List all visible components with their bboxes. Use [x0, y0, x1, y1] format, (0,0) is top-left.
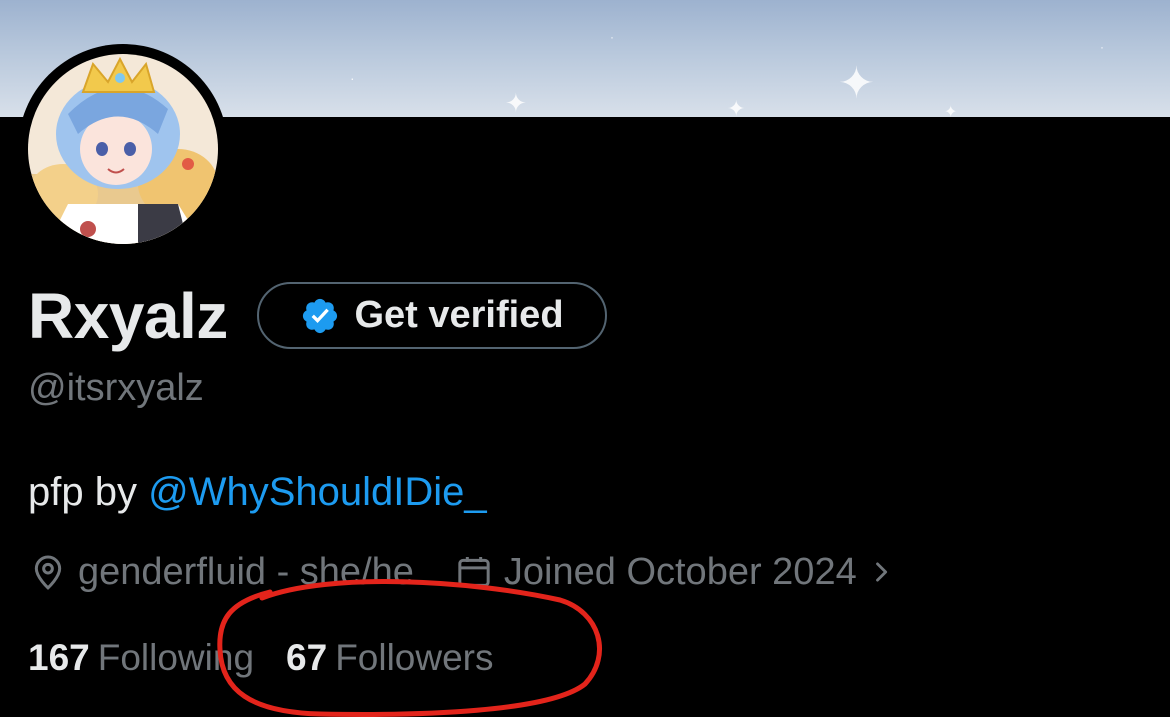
avatar[interactable] [28, 54, 218, 244]
joined-item[interactable]: Joined October 2024 [454, 551, 895, 594]
bio-mention-link[interactable]: @WhyShouldIDie_ [148, 470, 487, 514]
bio-text: pfp by [28, 470, 137, 514]
star-decoration: · [350, 70, 355, 86]
calendar-icon [458, 557, 490, 587]
location-item: genderfluid - she/he [28, 551, 414, 594]
avatar-illustration [28, 54, 218, 244]
bio: pfp by @WhyShouldIDie_ [28, 470, 487, 515]
followers-label: Followers [335, 637, 494, 678]
location-text: genderfluid - she/he [78, 550, 414, 593]
star-decoration: · [1100, 40, 1104, 54]
display-name: Rxyalz [28, 280, 228, 352]
joined-text: Joined October 2024 [503, 550, 857, 593]
verified-badge-icon [303, 298, 338, 333]
get-verified-button[interactable]: Get verified [257, 282, 607, 349]
star-decoration: ✦ [727, 96, 746, 117]
location-pin-icon [34, 555, 62, 590]
follow-stats: 167 Following 67 Followers [28, 632, 494, 684]
star-decoration: ✦ [944, 104, 958, 117]
star-decoration: ✦ [505, 88, 527, 117]
star-decoration: · [610, 30, 614, 44]
following-count: 167 [28, 637, 90, 678]
star-decoration: ✦ [838, 59, 875, 108]
get-verified-label: Get verified [354, 294, 564, 336]
user-handle: @itsrxyalz [28, 367, 204, 409]
chevron-right-icon [875, 562, 887, 582]
profile-meta: genderfluid - she/he Joined October 2024 [28, 546, 895, 598]
followers-count: 67 [286, 637, 328, 678]
following-label: Following [97, 637, 255, 678]
followers-stat[interactable]: 67 Followers [286, 637, 493, 679]
following-stat[interactable]: 167 Following [28, 637, 254, 679]
